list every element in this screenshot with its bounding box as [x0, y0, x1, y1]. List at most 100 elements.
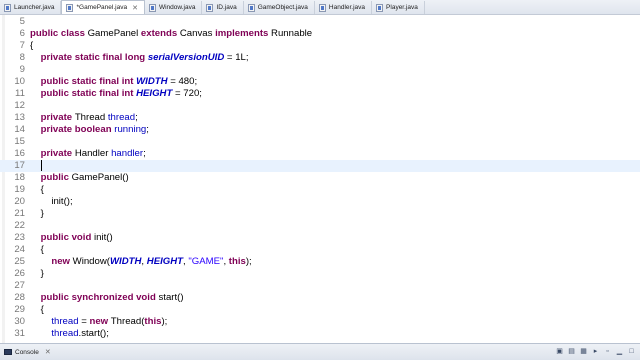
code-text: new Window(WIDTH, HEIGHT, "GAME", this); — [30, 256, 252, 268]
line-number: 5 — [19, 16, 25, 27]
editor-tab[interactable]: Player.java — [372, 1, 425, 14]
java-file-icon — [148, 3, 156, 12]
code-line[interactable]: 13 private Thread thread; — [0, 112, 640, 124]
code-line[interactable]: 29 { — [0, 304, 640, 316]
code-line[interactable]: 19 { — [0, 184, 640, 196]
code-token: public synchronized void — [40, 292, 159, 303]
line-number: 10 — [14, 76, 25, 87]
java-file-icon — [66, 3, 74, 12]
console-tool-icon[interactable]: ▫ — [603, 347, 612, 356]
code-token: WIDTH — [109, 256, 142, 267]
code-line[interactable]: 10 public static final int WIDTH = 480; — [0, 76, 640, 88]
code-line[interactable]: 31 thread.start(); — [0, 328, 640, 340]
code-token: Thread( — [110, 316, 145, 327]
code-text: { — [30, 244, 44, 256]
code-line[interactable]: 22 — [0, 220, 640, 232]
console-tab[interactable]: Console ✕ — [4, 348, 51, 356]
line-number: 14 — [14, 124, 25, 135]
line-number: 24 — [14, 244, 25, 255]
code-line[interactable]: 15 — [0, 136, 640, 148]
tab-label: Handler.java — [328, 4, 366, 11]
code-line[interactable]: 14 private boolean running; — [0, 124, 640, 136]
java-file-icon — [247, 3, 255, 12]
code-token: init() — [93, 232, 113, 243]
code-line[interactable]: 8 private static final long serialVersio… — [0, 52, 640, 64]
console-tool-icon[interactable]: ▤ — [567, 347, 576, 356]
code-token: Runnable — [271, 28, 313, 39]
tab-label: GameObject.java — [257, 4, 308, 11]
code-token: serialVersionUID — [147, 52, 225, 63]
code-token: GamePanel — [87, 28, 141, 39]
java-file-icon — [4, 3, 11, 12]
code-token: init(); — [30, 196, 73, 207]
console-tool-icon[interactable]: ▸ — [591, 347, 600, 356]
line-number: 28 — [14, 292, 25, 303]
close-icon[interactable]: ✕ — [45, 348, 51, 356]
code-line[interactable]: 20 init(); — [0, 196, 640, 208]
code-line[interactable]: 7{ — [0, 40, 640, 52]
editor-tab[interactable]: GameObject.java — [244, 1, 315, 14]
line-number: 16 — [14, 148, 25, 159]
line-number: 20 — [14, 196, 25, 207]
code-token: Window( — [72, 256, 110, 267]
console-tool-icon[interactable]: ▦ — [579, 347, 588, 356]
code-line[interactable]: 21 } — [0, 208, 640, 220]
code-line[interactable]: 23 public void init() — [0, 232, 640, 244]
editor-tab[interactable]: ID.java — [202, 1, 244, 14]
code-token: private — [40, 112, 75, 123]
code-line[interactable]: 27 — [0, 280, 640, 292]
code-token: = 1L; — [224, 52, 249, 63]
code-token: public class — [30, 28, 88, 39]
code-line[interactable]: 11 public static final int HEIGHT = 720; — [0, 88, 640, 100]
code-token: private boolean — [40, 124, 115, 135]
code-token: { — [30, 304, 44, 315]
code-token: { — [30, 244, 44, 255]
code-token: = 480; — [167, 76, 198, 87]
code-text: private boolean running; — [30, 124, 149, 136]
code-token: thread — [51, 316, 79, 327]
code-token: ; — [146, 124, 149, 135]
console-tool-icon[interactable]: ▁ — [615, 347, 624, 356]
code-token: handler — [111, 148, 144, 159]
code-text: public GamePanel() — [30, 172, 129, 184]
console-tool-icon[interactable]: □ — [627, 347, 636, 356]
code-line[interactable]: 5 — [0, 16, 640, 28]
code-line[interactable]: 26 } — [0, 268, 640, 280]
editor-tab[interactable]: Handler.java — [315, 1, 373, 14]
code-editor[interactable]: 5 6 public class GamePanel extends Canvas … — [0, 15, 640, 343]
code-line[interactable]: 25 new Window(WIDTH, HEIGHT, "GAME", thi… — [0, 256, 640, 268]
tab-label: Player.java — [386, 4, 418, 11]
line-number: 12 — [14, 100, 25, 111]
code-line[interactable]: 28 public synchronized void start() — [0, 292, 640, 304]
editor-tab[interactable]: *GamePanel.java ✕ — [61, 0, 145, 14]
code-token: = — [78, 316, 90, 327]
code-line[interactable]: 6 public class GamePanel extends Canvas i… — [0, 28, 640, 40]
editor-tab[interactable]: Launcher.java — [0, 1, 62, 14]
code-token: ); — [245, 256, 252, 267]
code-token: } — [30, 208, 44, 219]
code-line[interactable]: 16 private Handler handler; — [0, 148, 640, 160]
code-line[interactable]: 12 — [0, 100, 640, 112]
console-toolbar: ▣ ▤ ▦ ▸ ▫ ▁ □ — [555, 347, 636, 356]
code-text: public static final int HEIGHT = 720; — [30, 88, 202, 100]
code-line[interactable]: 17 — [0, 160, 640, 172]
editor-tab[interactable]: Window.java — [145, 1, 203, 14]
code-text: thread = new Thread(this); — [30, 316, 167, 328]
code-token: new — [89, 316, 111, 327]
code-line[interactable]: 9 — [0, 64, 640, 76]
code-token: { — [30, 40, 34, 51]
code-token: implements — [215, 28, 272, 39]
code-line[interactable]: 30 thread = new Thread(this); — [0, 316, 640, 328]
console-tool-icon[interactable]: ▣ — [555, 347, 564, 356]
line-number: 18 — [14, 172, 25, 183]
code-token: public void — [40, 232, 94, 243]
code-line[interactable]: 24 { — [0, 244, 640, 256]
code-line[interactable]: 18 public GamePanel() — [0, 172, 640, 184]
code-text: { — [30, 40, 33, 52]
code-text: public synchronized void start() — [30, 292, 184, 304]
code-token: ; — [135, 112, 138, 123]
java-file-icon — [318, 3, 326, 12]
close-icon[interactable]: ✕ — [132, 4, 138, 12]
editor-tab-bar: Launcher.java *GamePanel.java ✕ Window.java… — [0, 0, 640, 15]
